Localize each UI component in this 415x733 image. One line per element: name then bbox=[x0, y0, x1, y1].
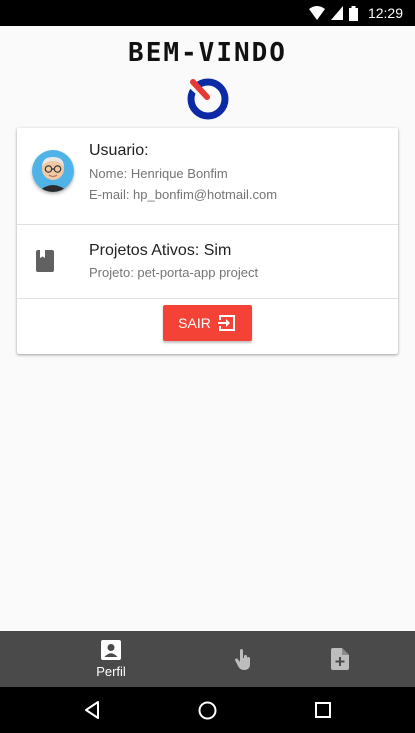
user-heading: Usuario: bbox=[89, 142, 149, 159]
touch-icon bbox=[235, 649, 250, 670]
app-logo bbox=[185, 78, 229, 120]
project-detail: Projeto: pet-porta-app project bbox=[89, 265, 259, 280]
actions-row: SAIR bbox=[17, 298, 398, 354]
nav-item-touch[interactable] bbox=[208, 631, 278, 687]
signal-icon bbox=[330, 6, 343, 20]
logout-button[interactable]: SAIR bbox=[163, 305, 252, 341]
user-email: E-mail: hp_bonfim@hotmail.com bbox=[89, 187, 278, 202]
back-icon[interactable] bbox=[84, 701, 100, 719]
book-icon bbox=[36, 250, 54, 272]
status-bar: 12:29 bbox=[0, 0, 415, 26]
page-title: BEM-VINDO bbox=[128, 38, 287, 68]
exit-icon bbox=[217, 315, 235, 331]
nav-item-label: Perfil bbox=[96, 663, 126, 679]
status-time: 12:29 bbox=[367, 5, 403, 21]
home-icon[interactable] bbox=[198, 701, 217, 720]
project-info-row: Projetos Ativos: Sim Projeto: pet-porta-… bbox=[17, 224, 398, 299]
account-box-icon bbox=[101, 639, 121, 660]
system-navigation-bar bbox=[0, 687, 415, 733]
note-add-icon bbox=[331, 648, 349, 670]
nav-item-new-note[interactable] bbox=[305, 631, 375, 687]
avatar bbox=[32, 150, 74, 192]
user-info-row: Usuario: Nome: Henrique Bonfim E-mail: h… bbox=[17, 128, 398, 225]
profile-card: Usuario: Nome: Henrique Bonfim E-mail: h… bbox=[17, 128, 398, 354]
user-name: Nome: Henrique Bonfim bbox=[89, 166, 228, 181]
nav-item-perfil[interactable]: Perfil bbox=[76, 631, 146, 687]
logout-label: SAIR bbox=[178, 315, 211, 331]
project-heading: Projetos Ativos: Sim bbox=[89, 242, 232, 259]
header: BEM-VINDO bbox=[0, 26, 415, 126]
wifi-icon bbox=[308, 6, 325, 20]
recents-icon[interactable] bbox=[315, 702, 331, 718]
battery-icon bbox=[348, 5, 358, 21]
bottom-navigation: Perfil bbox=[0, 631, 415, 687]
